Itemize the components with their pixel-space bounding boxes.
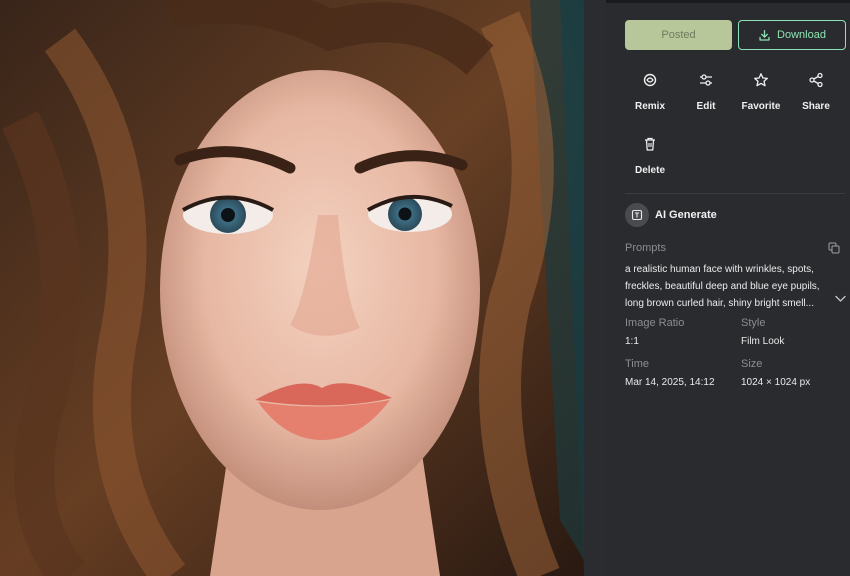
delete-label: Delete (634, 165, 665, 176)
share-button[interactable]: Share (786, 72, 846, 112)
chevron-down-icon[interactable] (835, 295, 846, 303)
prompt-text: a realistic human face with wrinkles, sp… (625, 264, 820, 309)
size-value: 1024 × 1024 px (741, 377, 811, 388)
generated-image[interactable] (0, 0, 584, 576)
trash-icon (645, 137, 655, 151)
prompts-label: Prompts (625, 242, 666, 254)
copy-icon[interactable] (828, 242, 840, 254)
style-value: Film Look (741, 336, 785, 347)
size-label: Size (741, 358, 763, 370)
download-icon (759, 29, 770, 41)
download-label: Download (777, 29, 826, 41)
generator-title: AI Generate (655, 209, 717, 221)
time-value: Mar 14, 2025, 14:12 (625, 377, 715, 388)
share-label: Share (802, 101, 830, 112)
panel-top-edge (606, 0, 850, 3)
time-label: Time (625, 358, 650, 370)
download-button[interactable]: Download (738, 20, 846, 50)
edit-button[interactable]: Edit (676, 72, 736, 112)
ai-generate-icon (625, 203, 649, 227)
posted-button[interactable]: Posted (625, 20, 732, 50)
remix-icon (643, 73, 657, 87)
edit-label: Edit (696, 101, 716, 112)
favorite-button[interactable]: Favorite (731, 72, 791, 112)
remix-button[interactable]: Remix (620, 72, 680, 112)
sliders-icon (700, 74, 712, 86)
favorite-label: Favorite (741, 101, 781, 112)
delete-button[interactable]: Delete (620, 136, 680, 176)
image-ratio-label: Image Ratio (625, 317, 685, 329)
style-label: Style (741, 317, 766, 329)
portrait-image (0, 0, 584, 576)
image-ratio-value: 1:1 (625, 336, 639, 347)
star-icon (754, 73, 768, 87)
posted-label: Posted (661, 29, 696, 41)
remix-label: Remix (634, 101, 665, 112)
panel-divider (584, 0, 606, 576)
share-icon (809, 72, 823, 88)
section-divider (625, 193, 845, 194)
